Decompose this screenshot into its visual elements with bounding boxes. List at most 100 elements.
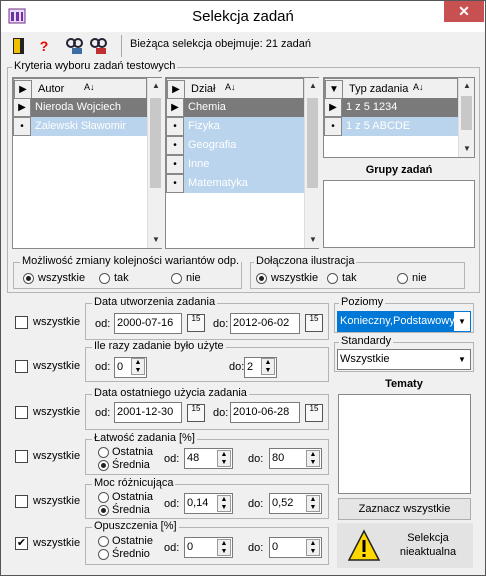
spinner-icon[interactable]: ▲ ▼ bbox=[261, 358, 275, 375]
scroll-up-icon[interactable]: ▲ bbox=[459, 78, 475, 94]
illustration-yes-radio[interactable] bbox=[327, 273, 338, 284]
scroll-up-icon[interactable]: ▲ bbox=[148, 78, 164, 94]
easy-to-label: do: bbox=[248, 453, 264, 465]
list-item[interactable]: ▶ 1 z 5 1234 bbox=[324, 98, 458, 117]
easy-last-radio[interactable] bbox=[98, 447, 109, 458]
select-all-button[interactable]: Zaznacz wszystkie bbox=[338, 498, 471, 520]
sort-icon[interactable]: A↓ bbox=[413, 82, 424, 92]
section-name: Fizyka bbox=[188, 120, 220, 132]
types-list[interactable]: ▼ Typ zadania A↓ ▶ 1 z 5 1234 • 1 z 5 ABCD… bbox=[323, 77, 475, 158]
search-icon[interactable] bbox=[65, 36, 85, 56]
list-item[interactable]: ▶ Chemia bbox=[166, 98, 304, 117]
exit-icon[interactable] bbox=[9, 36, 29, 56]
authors-list[interactable]: ▶ Autor A↓ ▶ Nieroda Wojciech • Zalewski S… bbox=[12, 77, 162, 249]
skip-avg-label: Średnio bbox=[112, 548, 150, 560]
used-all-label: wszystkie bbox=[33, 360, 81, 372]
types-header[interactable]: ▼ Typ zadania A↓ bbox=[324, 78, 458, 100]
calendar-icon[interactable]: 15 bbox=[305, 314, 323, 332]
list-item[interactable]: • 1 z 5 ABCDE bbox=[324, 117, 458, 136]
list-item[interactable]: • Zalewski Sławomir bbox=[13, 117, 147, 136]
topics-list[interactable] bbox=[338, 394, 471, 494]
type-name: 1 z 5 ABCDE bbox=[346, 120, 411, 132]
created-to-input[interactable]: 2012-06-02 bbox=[230, 313, 300, 334]
authors-scrollbar[interactable]: ▲ ▼ bbox=[147, 78, 162, 248]
search-advanced-icon[interactable] bbox=[89, 36, 109, 56]
last-title: Data ostatniego użycia zadania bbox=[92, 387, 249, 399]
order-no-radio[interactable] bbox=[171, 273, 182, 284]
spinner-icon[interactable]: ▲ ▼ bbox=[306, 450, 320, 467]
skip-avg-radio[interactable] bbox=[98, 549, 109, 560]
title-bar: Selekcja zadań ✕ bbox=[1, 1, 485, 32]
row-indicator: • bbox=[166, 174, 184, 193]
scroll-down-icon[interactable]: ▼ bbox=[148, 232, 164, 248]
close-button[interactable]: ✕ bbox=[444, 1, 484, 22]
help-icon[interactable]: ? bbox=[34, 36, 54, 56]
list-item[interactable]: • Geografia bbox=[166, 136, 304, 155]
spinner-icon[interactable]: ▲ ▼ bbox=[306, 495, 320, 512]
list-item[interactable]: • Inne bbox=[166, 155, 304, 174]
last-from-label: od: bbox=[95, 407, 111, 419]
authors-header[interactable]: ▶ Autor A↓ bbox=[13, 78, 147, 100]
sections-scrollbar[interactable]: ▲ ▼ bbox=[304, 78, 319, 248]
created-from-input[interactable]: 2000-07-16 bbox=[114, 313, 182, 334]
list-item[interactable]: • Matematyka bbox=[166, 174, 304, 193]
sort-icon[interactable]: A↓ bbox=[225, 82, 236, 92]
skip-all-checkbox[interactable]: ✔ bbox=[15, 537, 28, 550]
calendar-icon[interactable]: 15 bbox=[305, 404, 323, 422]
illustration-no-radio[interactable] bbox=[397, 273, 408, 284]
skip-last-radio[interactable] bbox=[98, 536, 109, 547]
list-item[interactable]: • Fizyka bbox=[166, 117, 304, 136]
spinner-icon[interactable]: ▲ ▼ bbox=[131, 358, 145, 375]
created-all-checkbox[interactable] bbox=[15, 316, 28, 329]
sections-header[interactable]: ▶ Dział A↓ bbox=[166, 78, 304, 100]
easy-all-checkbox[interactable] bbox=[15, 450, 28, 463]
chevron-down-icon[interactable]: ▼ bbox=[454, 350, 470, 369]
power-last-radio[interactable] bbox=[98, 492, 109, 503]
scroll-thumb[interactable] bbox=[150, 98, 161, 188]
order-all-radio[interactable] bbox=[23, 273, 34, 284]
spinner-icon[interactable]: ▲ ▼ bbox=[217, 495, 231, 512]
easy-from-label: od: bbox=[164, 453, 180, 465]
window: Selekcja zadań ✕ ? Bieżąca selekcja obej… bbox=[0, 0, 486, 576]
order-all-label: wszystkie bbox=[38, 272, 86, 284]
list-item[interactable]: ▶ Nieroda Wojciech bbox=[13, 98, 147, 117]
last-all-checkbox[interactable] bbox=[15, 406, 28, 419]
row-indicator: • bbox=[324, 117, 342, 136]
section-name: Geografia bbox=[188, 139, 237, 151]
calendar-icon[interactable]: 15 bbox=[187, 314, 205, 332]
scroll-thumb[interactable] bbox=[461, 96, 472, 130]
scroll-up-icon[interactable]: ▲ bbox=[305, 78, 321, 94]
last-to-input[interactable]: 2010-06-28 bbox=[230, 402, 300, 423]
sort-icon[interactable]: A↓ bbox=[84, 82, 95, 92]
easy-last-label: Ostatnia bbox=[112, 446, 153, 458]
scroll-down-icon[interactable]: ▼ bbox=[305, 232, 321, 248]
last-all-label: wszystkie bbox=[33, 406, 81, 418]
illustration-all-radio[interactable] bbox=[256, 273, 267, 284]
last-from-input[interactable]: 2001-12-30 bbox=[114, 402, 182, 423]
power-all-label: wszystkie bbox=[33, 495, 81, 507]
warning-icon bbox=[347, 529, 381, 563]
row-indicator: ▶ bbox=[166, 98, 184, 117]
power-avg-radio[interactable] bbox=[98, 505, 109, 516]
scroll-down-icon[interactable]: ▼ bbox=[459, 141, 475, 157]
section-name: Chemia bbox=[188, 101, 226, 113]
calendar-icon[interactable]: 15 bbox=[187, 404, 205, 422]
groups-list[interactable] bbox=[323, 180, 475, 248]
illustration-no-label: nie bbox=[412, 272, 427, 284]
types-scrollbar[interactable]: ▲ ▼ bbox=[458, 78, 474, 157]
levels-select[interactable]: Konieczny,Podstawowy ▼ bbox=[337, 311, 471, 332]
standards-select[interactable]: Wszystkie ▼ bbox=[337, 349, 471, 370]
spinner-icon[interactable]: ▲ ▼ bbox=[217, 539, 231, 556]
sections-list[interactable]: ▶ Dział A↓ ▶ Chemia • Fizyka • Geografia • I… bbox=[165, 77, 319, 249]
groups-title: Grupy zadań bbox=[365, 164, 433, 176]
easy-avg-radio[interactable] bbox=[98, 460, 109, 471]
used-all-checkbox[interactable] bbox=[15, 360, 28, 373]
spinner-icon[interactable]: ▲ ▼ bbox=[306, 539, 320, 556]
chevron-down-icon[interactable]: ▼ bbox=[454, 312, 470, 331]
power-all-checkbox[interactable] bbox=[15, 495, 28, 508]
order-yes-radio[interactable] bbox=[99, 273, 110, 284]
spinner-icon[interactable]: ▲ ▼ bbox=[217, 450, 231, 467]
warning-text-line1: Selekcja bbox=[407, 532, 449, 544]
section-name: Matematyka bbox=[188, 177, 248, 189]
scroll-thumb[interactable] bbox=[307, 98, 318, 188]
